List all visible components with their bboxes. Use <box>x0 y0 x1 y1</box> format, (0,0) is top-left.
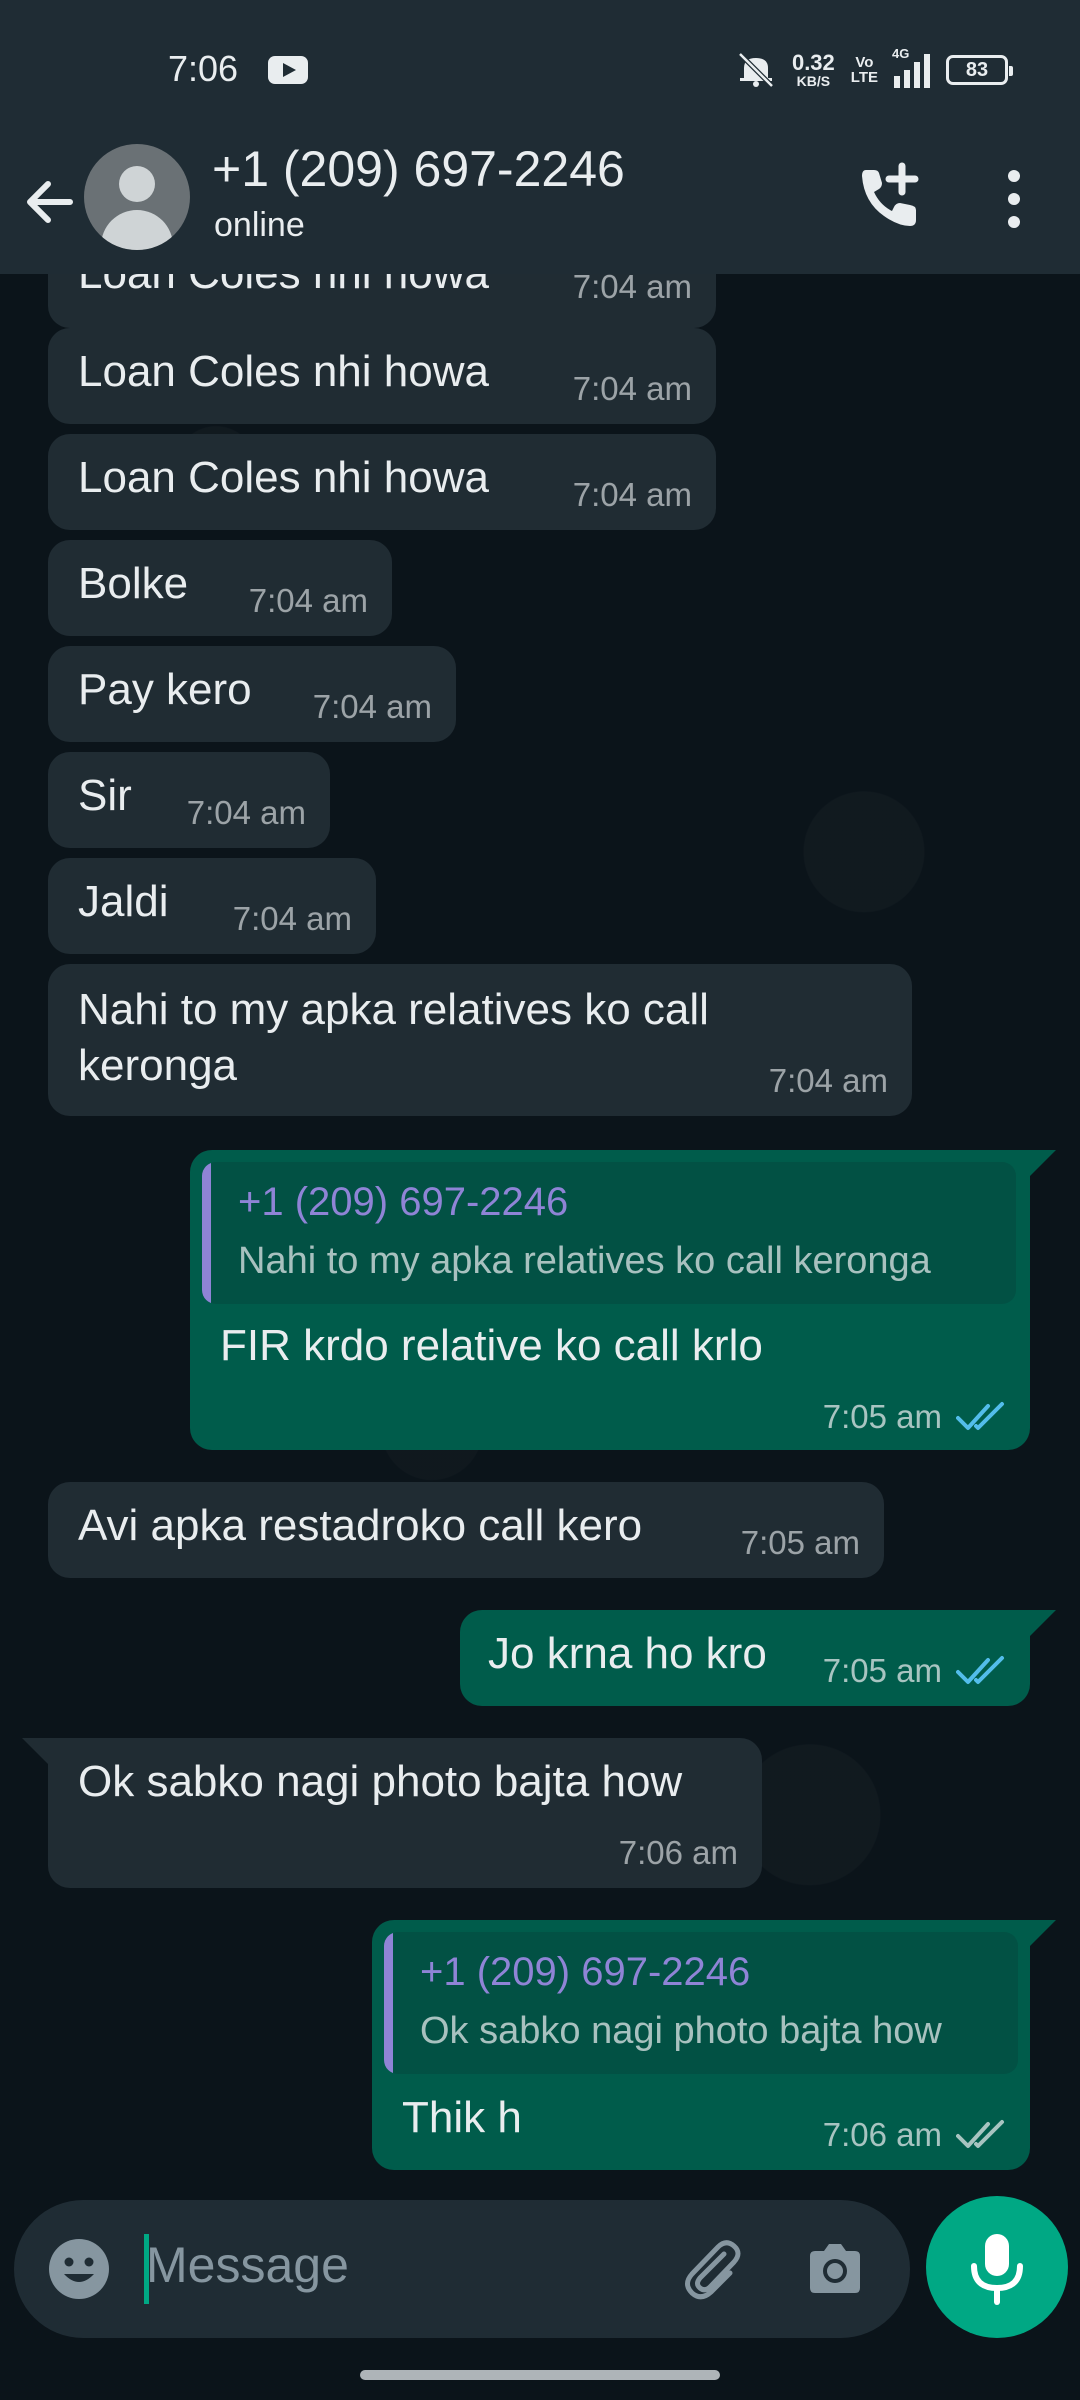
message-bubble-incoming[interactable]: Jaldi 7:04 am <box>48 858 376 954</box>
whatsapp-chat-screen: 7:06 0.32 KB/S Vo LTE 4G 83 +1 (209) 697… <box>0 0 1080 2400</box>
mute-icon <box>736 52 776 88</box>
bubble-tail <box>1030 1610 1056 1636</box>
message-time: 7:04 am <box>572 370 692 407</box>
battery-level: 83 <box>965 58 989 81</box>
status-time: 7:06 <box>168 48 239 89</box>
message-time: 7:05 am <box>822 1398 942 1435</box>
more-vert-icon[interactable] <box>996 164 1032 234</box>
network-type: 4G <box>892 46 910 61</box>
message-input[interactable]: Message <box>146 2236 349 2294</box>
bubble-tail <box>1030 1150 1056 1176</box>
message-bubble-incoming[interactable]: Bolke 7:04 am <box>48 540 392 636</box>
battery-icon: 83 <box>946 55 1013 85</box>
message-text: Jo krna ho kro <box>488 1629 767 1678</box>
read-ticks-icon <box>956 1656 1004 1684</box>
message-bubble-incoming[interactable]: Ok sabko nagi photo bajta how 7:06 am <box>48 1738 762 1888</box>
message-text: Pay kero <box>78 665 252 714</box>
volte-indicator: Vo LTE <box>851 55 878 85</box>
bubble-tail <box>1030 1920 1056 1946</box>
message-time: 7:04 am <box>572 476 692 513</box>
contact-name[interactable]: +1 (209) 697-2246 <box>212 140 625 198</box>
message-text: FIR krdo relative ko call krlo <box>220 1321 763 1370</box>
quoted-sender: +1 (209) 697-2246 <box>420 1950 751 1994</box>
message-time: 7:05 am <box>740 1524 860 1561</box>
message-time: 7:04 am <box>248 582 368 619</box>
message-text: Ok sabko nagi photo bajta how <box>78 1757 683 1806</box>
message-bubble-outgoing[interactable]: +1 (209) 697-2246 Ok sabko nagi photo ba… <box>372 1920 1030 2170</box>
network-speed-unit: KB/S <box>796 73 831 89</box>
quote-accent-bar <box>202 1162 211 1304</box>
emoji-icon[interactable] <box>46 2236 112 2302</box>
message-bubble-incoming[interactable]: Loan Coles nhi howa 7:04 am <box>48 328 716 424</box>
status-bar: 7:06 0.32 KB/S Vo LTE 4G 83 <box>0 0 1080 140</box>
status-indicators: 0.32 KB/S Vo LTE 4G 83 <box>736 46 1013 92</box>
signal-icon: 4G <box>892 46 930 88</box>
bubble-tail <box>22 1738 48 1764</box>
message-text: Thik h <box>402 2093 522 2142</box>
gesture-nav-bar[interactable] <box>360 2370 720 2380</box>
quoted-message[interactable]: +1 (209) 697-2246 Nahi to my apka relati… <box>202 1162 1016 1304</box>
delivered-ticks-icon <box>956 2120 1004 2148</box>
camera-icon[interactable] <box>802 2236 868 2302</box>
message-bubble-incoming[interactable]: Avi apka restadroko call kero 7:05 am <box>48 1482 884 1578</box>
network-speed: 0.32 KB/S <box>791 50 835 89</box>
chat-header: +1 (209) 697-2246 online <box>0 140 1080 274</box>
message-time: 7:04 am <box>572 274 692 305</box>
avatar[interactable] <box>84 144 190 250</box>
message-time: 7:04 am <box>186 794 306 831</box>
message-bubble-incoming[interactable]: Sir 7:04 am <box>48 752 330 848</box>
message-text: Loan Coles nhi howa <box>78 347 489 396</box>
message-text: Jaldi <box>78 877 169 926</box>
message-text: Sir <box>78 771 132 820</box>
message-bubble-incoming[interactable]: Loan Coles nhi howa 7:04 am <box>48 434 716 530</box>
youtube-icon <box>268 56 308 84</box>
message-time: 7:05 am <box>822 1652 942 1689</box>
message-text: Loan Coles nhi howa <box>78 274 489 302</box>
quoted-text: Ok sabko nagi photo bajta how <box>420 2010 942 2052</box>
message-bubble-incoming[interactable]: Pay kero 7:04 am <box>48 646 456 742</box>
back-arrow-icon[interactable] <box>18 170 82 234</box>
mic-icon <box>971 2234 1023 2305</box>
message-time: 7:06 am <box>618 1834 738 1871</box>
message-bubble-incoming[interactable]: Loan Coles nhi howa 7:04 am <box>48 274 716 328</box>
message-composer[interactable]: Message <box>14 2200 910 2338</box>
quote-accent-bar <box>384 1932 393 2074</box>
quoted-text: Nahi to my apka relatives ko call kerong… <box>238 1240 931 1282</box>
contact-status: online <box>214 206 305 244</box>
volte-bottom: LTE <box>850 69 878 86</box>
message-bubble-outgoing[interactable]: Jo krna ho kro 7:05 am <box>460 1610 1030 1706</box>
message-time: 7:06 am <box>822 2116 942 2153</box>
message-text: Nahi to my apka relatives ko call kerong… <box>78 985 709 1090</box>
message-bubble-outgoing[interactable]: +1 (209) 697-2246 Nahi to my apka relati… <box>190 1150 1030 1450</box>
message-list[interactable]: Loan Coles nhi howa 7:04 am Loan Coles n… <box>0 274 1080 2200</box>
add-call-icon[interactable] <box>852 158 928 234</box>
message-time: 7:04 am <box>232 900 352 937</box>
message-bubble-incoming[interactable]: Nahi to my apka relatives ko call kerong… <box>48 964 912 1116</box>
message-time: 7:04 am <box>768 1062 888 1099</box>
message-time: 7:04 am <box>312 688 432 725</box>
quoted-sender: +1 (209) 697-2246 <box>238 1180 569 1224</box>
message-text: Loan Coles nhi howa <box>78 453 489 502</box>
message-text: Bolke <box>78 559 189 608</box>
read-ticks-icon <box>956 1402 1004 1430</box>
attach-icon[interactable] <box>674 2232 748 2306</box>
quoted-message[interactable]: +1 (209) 697-2246 Ok sabko nagi photo ba… <box>384 1932 1018 2074</box>
message-text: Avi apka restadroko call kero <box>78 1501 643 1550</box>
network-speed-value: 0.32 <box>791 50 835 75</box>
voice-message-button[interactable] <box>926 2196 1068 2338</box>
